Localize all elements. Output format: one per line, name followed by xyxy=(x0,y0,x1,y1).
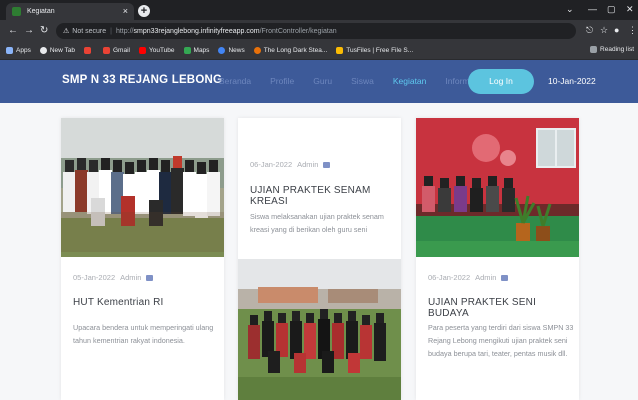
menu-item-guru[interactable]: Guru xyxy=(313,76,332,86)
card-title[interactable]: UJIAN PRAKTEK SENI BUDAYA xyxy=(428,297,579,319)
bookmark-star-icon[interactable]: ☆ xyxy=(600,25,608,36)
activity-card-seni-budaya[interactable]: 06-Jan-2022 Admin UJIAN PRAKTEK SENI BUD… xyxy=(416,118,579,400)
close-window-icon[interactable]: ✕ xyxy=(626,4,634,15)
file-icon xyxy=(336,47,344,54)
menu-item-kegiatan[interactable]: Kegiatan xyxy=(393,76,427,86)
back-icon[interactable]: ← xyxy=(8,25,18,37)
bookmark-label: News xyxy=(228,47,245,54)
bookmark-gmail[interactable]: Gmail xyxy=(103,47,130,54)
bookmark-apps[interactable]: Apps xyxy=(6,47,31,54)
menu-item-profile[interactable]: Profile xyxy=(270,76,294,86)
activity-photo-group-field xyxy=(238,259,401,400)
activities-section: 05-Jan-2022 Admin HUT Kementrian RI Upac… xyxy=(0,103,638,400)
bookmark-label: The Long Dark Stea... xyxy=(263,47,328,54)
bookmarks-bar: Apps New Tab Gmail YouTube Maps News The… xyxy=(0,42,638,60)
bookmark-label: TusFiles | Free File S... xyxy=(346,47,414,54)
card-title[interactable]: UJIAN PRAKTEK SENAM KREASI xyxy=(250,185,401,207)
forward-icon[interactable]: → xyxy=(24,25,34,37)
apps-grid-icon xyxy=(6,47,13,54)
url-scheme: http:// xyxy=(115,27,134,35)
globe-icon xyxy=(39,47,47,54)
card-author: Admin xyxy=(297,160,319,169)
maps-icon xyxy=(183,47,191,54)
bookmark-label: New Tab xyxy=(49,47,75,54)
address-bar: ← → ↻ ⚠ Not secure | http:// smpn33rejan… xyxy=(0,20,638,42)
card-description: Siswa melaksanakan ujian praktek senam k… xyxy=(250,212,384,234)
bookmark-label: Gmail xyxy=(113,47,130,54)
menu-kebab-icon[interactable]: ⋮ xyxy=(628,25,637,36)
menu-item-beranda[interactable]: Beranda xyxy=(219,76,251,86)
activity-card-hut[interactable]: 05-Jan-2022 Admin HUT Kementrian RI Upac… xyxy=(61,118,224,400)
activity-photo-classroom xyxy=(416,118,579,257)
site-brand[interactable]: SMP N 33 REJANG LEBONG xyxy=(62,74,222,86)
card-author: Admin xyxy=(475,273,497,282)
card-meta: 06-Jan-2022 Admin xyxy=(250,160,331,169)
browser-tab-bar: Kegiatan × + ⌄ — ▢ ✕ xyxy=(0,0,638,20)
main-menu: Beranda Profile Guru Siswa Kegiatan Info… xyxy=(219,76,499,86)
browser-tab[interactable]: Kegiatan × xyxy=(6,3,134,20)
card-date: 05-Jan-2022 xyxy=(73,273,116,282)
new-tab-button[interactable]: + xyxy=(138,5,150,17)
share-icon[interactable]: ⎋ xyxy=(586,25,593,36)
bookmark-tusfiles[interactable]: TusFiles | Free File S... xyxy=(336,47,413,54)
card-description: Upacara bendera untuk memperingati ulang… xyxy=(73,323,214,345)
tab-search-icon[interactable]: ⌄ xyxy=(566,4,574,15)
activity-card-senam[interactable]: 06-Jan-2022 Admin UJIAN PRAKTEK SENAM KR… xyxy=(238,118,401,400)
menu-item-siswa[interactable]: Siswa xyxy=(351,76,374,86)
reload-icon[interactable]: ↻ xyxy=(40,25,48,37)
bookmark-youtube[interactable]: YouTube xyxy=(138,47,175,54)
comment-icon xyxy=(323,161,331,168)
bookmark-new-tab[interactable]: New Tab xyxy=(39,47,75,54)
card-meta: 06-Jan-2022 Admin xyxy=(428,273,509,282)
news-icon xyxy=(218,47,226,54)
not-secure-label: Not secure xyxy=(72,27,107,35)
minimize-icon[interactable]: — xyxy=(588,4,597,14)
bookmark-label: Maps xyxy=(193,47,210,54)
url-separator: | xyxy=(110,27,112,35)
url-path: /FrontController/kegiatan xyxy=(259,27,337,35)
url-host: smpn33rejanglebong.infinityfreeapp.com xyxy=(133,27,260,35)
reading-list-label: Reading list xyxy=(600,46,634,53)
comment-icon xyxy=(501,274,509,281)
warning-icon: ⚠ xyxy=(63,28,70,35)
card-description: Para peserta yang terdiri dari siswa SMP… xyxy=(428,323,574,358)
comment-icon xyxy=(146,274,154,281)
card-date: 06-Jan-2022 xyxy=(428,273,471,282)
card-meta: 05-Jan-2022 Admin xyxy=(73,273,154,282)
activity-photo-group-uniform xyxy=(61,118,224,257)
gmail-icon xyxy=(103,47,110,54)
bookmark-long-dark[interactable]: The Long Dark Stea... xyxy=(253,47,328,54)
profile-avatar-icon[interactable]: ● xyxy=(614,25,619,35)
game-icon xyxy=(253,47,261,54)
reading-list-icon xyxy=(590,46,598,53)
tab-close-icon[interactable]: × xyxy=(123,7,128,16)
card-date: 06-Jan-2022 xyxy=(250,160,293,169)
maximize-icon[interactable]: ▢ xyxy=(607,4,616,15)
url-input[interactable]: ⚠ Not secure | http:// smpn33rejanglebon… xyxy=(56,23,576,39)
login-button[interactable]: Log In xyxy=(468,69,534,94)
card-title[interactable]: HUT Kementrian RI xyxy=(73,297,163,308)
bookmark-label: Apps xyxy=(16,47,31,54)
current-date: 10-Jan-2022 xyxy=(548,76,596,86)
site-navbar: SMP N 33 REJANG LEBONG Beranda Profile G… xyxy=(0,60,638,103)
bookmark-news[interactable]: News xyxy=(218,47,245,54)
youtube-icon xyxy=(138,47,146,54)
bookmark-red[interactable] xyxy=(84,47,94,54)
tab-title: Kegiatan xyxy=(27,8,55,15)
reading-list-button[interactable]: Reading list xyxy=(590,46,634,53)
card-author: Admin xyxy=(120,273,142,282)
bookmark-label: YouTube xyxy=(148,47,175,54)
bookmark-maps[interactable]: Maps xyxy=(183,47,210,54)
site-favicon-icon xyxy=(12,7,21,16)
youtube-icon xyxy=(84,47,91,54)
